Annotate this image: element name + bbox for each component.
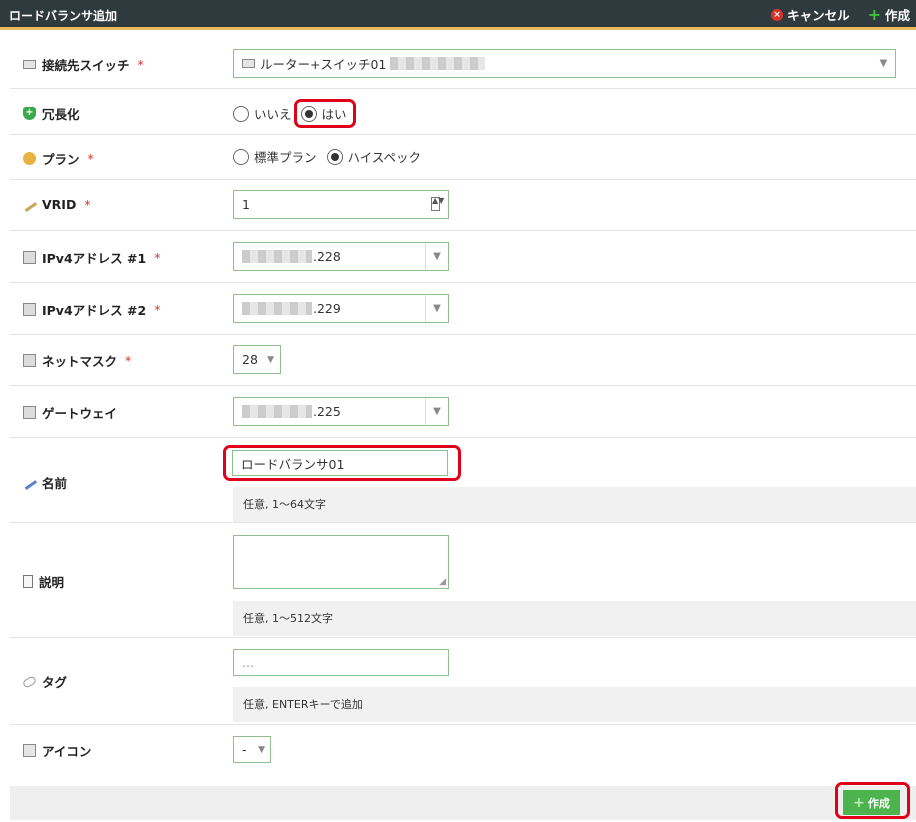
tag-icon: [21, 674, 38, 689]
radio-button[interactable]: [233, 148, 249, 165]
spinner-icon[interactable]: ▲▼: [431, 197, 444, 211]
label-switch: 接続先スイッチ *: [23, 55, 144, 74]
tags-hint: 任意, ENTERキーで追加: [233, 687, 916, 722]
label-ipv4-1: IPv4アドレス #1 *: [23, 248, 160, 267]
plus-icon: +: [867, 4, 881, 24]
row-description: 説明 ◢ 任意, 1〜512文字: [10, 523, 916, 638]
chevron-down-icon: ▼: [425, 243, 448, 270]
label-gateway: ゲートウェイ: [23, 403, 117, 422]
redacted-text: [242, 302, 312, 315]
cancel-button[interactable]: × キャンセル: [771, 5, 850, 24]
radio-button[interactable]: [233, 105, 249, 122]
cancel-label: キャンセル: [787, 8, 850, 23]
redacted-text: [390, 57, 486, 70]
row-tags: タグ ... 任意, ENTERキーで追加: [10, 638, 916, 725]
label-plan: プラン *: [23, 149, 94, 168]
ipv4-2-select[interactable]: .229 ▼: [233, 294, 449, 323]
ip-address-icon: [23, 354, 36, 367]
ip-address-icon: [23, 406, 36, 419]
switch-select[interactable]: ルーター+スイッチ01 ▼: [233, 49, 896, 78]
cancel-icon: ×: [771, 8, 784, 21]
create-button[interactable]: + 作成: [843, 790, 900, 815]
ip-address-icon: [23, 251, 36, 264]
switch-icon: [23, 60, 36, 69]
redundancy-no-radio[interactable]: いいえ: [233, 104, 292, 123]
gateway-select[interactable]: .225 ▼: [233, 397, 449, 426]
row-icon: アイコン - ▼: [10, 725, 916, 784]
label-tags: タグ: [21, 672, 67, 691]
row-redundancy: + 冗長化 いいえ はい: [10, 89, 916, 135]
radio-button-selected[interactable]: [326, 148, 343, 165]
create-header-label: 作成: [884, 8, 910, 23]
radio-button-selected[interactable]: [300, 105, 317, 122]
redacted-text: [242, 250, 312, 263]
image-icon: [23, 744, 36, 757]
plus-icon: +: [853, 794, 865, 811]
chevron-down-icon: ▼: [267, 355, 274, 365]
label-vrid: VRID *: [21, 197, 91, 212]
label-icon: アイコン: [23, 741, 91, 760]
vrid-input[interactable]: 1 ▲▼: [233, 190, 449, 219]
description-hint: 任意, 1〜512文字: [233, 601, 916, 636]
label-netmask: ネットマスク *: [23, 351, 131, 370]
row-netmask: ネットマスク * 28 ▼: [10, 335, 916, 386]
plan-icon: [23, 152, 36, 165]
footer-bar: + 作成: [10, 782, 916, 820]
page-title: ロードバランサ追加: [9, 9, 118, 23]
redacted-text: [242, 405, 312, 418]
chevron-down-icon: ▼: [425, 295, 448, 322]
create-header-button[interactable]: + 作成: [868, 5, 910, 24]
header-actions: × キャンセル + 作成: [771, 5, 910, 24]
icon-select[interactable]: - ▼: [233, 736, 271, 763]
row-name: 名前 ロードバランサ01 任意, 1〜64文字: [10, 438, 916, 523]
tags-input[interactable]: ...: [233, 649, 449, 676]
chevron-down-icon: ▼: [879, 58, 888, 69]
document-icon: [23, 575, 33, 588]
label-description: 説明: [23, 572, 64, 591]
row-switch: 接続先スイッチ * ルーター+スイッチ01 ▼: [10, 38, 916, 89]
netmask-select[interactable]: 28 ▼: [233, 345, 281, 374]
plan-standard-radio[interactable]: 標準プラン: [233, 147, 317, 166]
chevron-down-icon: ▼: [425, 398, 448, 425]
shield-icon: +: [23, 107, 36, 120]
redundancy-yes-radio[interactable]: はい: [293, 99, 356, 128]
name-input[interactable]: ロードバランサ01: [232, 450, 448, 476]
label-ipv4-2: IPv4アドレス #2 *: [23, 300, 160, 319]
row-ipv4-1: IPv4アドレス #1 * .228 ▼: [10, 231, 916, 283]
row-vrid: VRID * 1 ▲▼: [10, 180, 916, 231]
row-gateway: ゲートウェイ .225 ▼: [10, 386, 916, 438]
label-name: 名前: [21, 473, 67, 492]
ipv4-1-select[interactable]: .228 ▼: [233, 242, 449, 271]
row-ipv4-2: IPv4アドレス #2 * .229 ▼: [10, 283, 916, 335]
resize-handle-icon[interactable]: ◢: [439, 577, 446, 587]
name-hint: 任意, 1〜64文字: [233, 487, 916, 522]
plan-highspec-radio[interactable]: ハイスペック: [326, 147, 421, 166]
pencil-icon: [21, 475, 38, 490]
chevron-down-icon: ▼: [258, 745, 265, 755]
row-plan: プラン * 標準プラン ハイスペック: [10, 135, 916, 180]
label-redundancy: + 冗長化: [23, 104, 80, 123]
ip-address-icon: [23, 303, 36, 316]
description-textarea[interactable]: ◢: [233, 535, 449, 589]
header-bar: ロードバランサ追加 × キャンセル + 作成: [0, 0, 916, 30]
switch-icon: [242, 59, 255, 68]
pencil-icon: [21, 197, 38, 212]
